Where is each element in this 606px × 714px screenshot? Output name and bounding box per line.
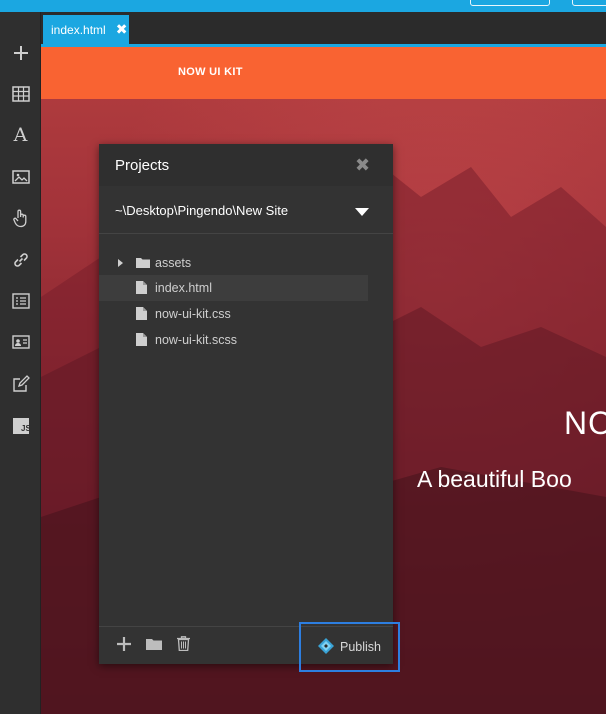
contact-card-icon[interactable] [0, 327, 41, 357]
folder-icon [136, 256, 150, 271]
tab-bar: index.html ✖ [41, 12, 606, 44]
project-path-selector[interactable]: ~\Desktop\Pingendo\New Site [99, 186, 393, 234]
trash-icon[interactable] [177, 636, 190, 656]
top-bar [0, 0, 606, 12]
tree-item-assets[interactable]: assets [99, 250, 368, 276]
file-icon [136, 307, 147, 323]
publish-button[interactable]: Publish [299, 622, 400, 672]
tree-item-label: now-ui-kit.css [155, 307, 231, 321]
tree-item-label: now-ui-kit.scss [155, 333, 237, 347]
tab-close-icon[interactable]: ✖ [116, 21, 128, 38]
plus-icon[interactable] [0, 38, 41, 68]
top-bar-button[interactable] [572, 0, 606, 6]
tree-item-now-ui-kit-css[interactable]: now-ui-kit.css [99, 301, 368, 327]
list-icon[interactable] [0, 286, 41, 316]
tree-item-index-html[interactable]: index.html [99, 275, 368, 301]
projects-panel: Projects ✖ ~\Desktop\Pingendo\New Site a… [99, 144, 400, 672]
js-icon[interactable]: JS [0, 411, 41, 441]
caret-down-icon[interactable] [355, 208, 369, 216]
add-icon[interactable] [117, 637, 131, 656]
tab-label: index.html [51, 22, 106, 37]
tree-item-now-ui-kit-scss[interactable]: now-ui-kit.scss [99, 327, 368, 353]
top-bar-button[interactable] [470, 0, 550, 6]
expand-arrow-icon[interactable] [118, 259, 123, 267]
svg-text:JS: JS [21, 424, 29, 433]
file-icon [136, 281, 147, 297]
project-path: ~\Desktop\Pingendo\New Site [115, 203, 289, 218]
edit-icon[interactable] [0, 369, 41, 399]
close-icon[interactable]: ✖ [355, 155, 370, 176]
navbar-brand[interactable]: NOW UI KIT [178, 66, 243, 78]
hero-subtitle: A beautiful Boo [417, 466, 572, 492]
left-toolbar: A JS [0, 12, 41, 714]
hero-title: NO [564, 405, 606, 441]
file-icon [136, 333, 147, 349]
folder-icon[interactable] [146, 637, 162, 655]
link-icon[interactable] [0, 245, 41, 275]
navbar: NOW UI KIT [41, 47, 606, 99]
image-icon[interactable] [0, 162, 41, 192]
projects-panel-title: Projects [115, 157, 170, 174]
tree-item-label: index.html [155, 281, 212, 295]
projects-panel-header: Projects ✖ [99, 144, 393, 186]
hand-pointer-icon[interactable] [0, 203, 41, 233]
table-icon[interactable] [0, 79, 41, 109]
publish-icon [318, 637, 340, 657]
publish-label: Publish [340, 640, 381, 654]
tab-index-html[interactable]: index.html ✖ [43, 15, 129, 44]
tree-item-label: assets [155, 256, 192, 270]
text-icon[interactable]: A [0, 120, 41, 150]
